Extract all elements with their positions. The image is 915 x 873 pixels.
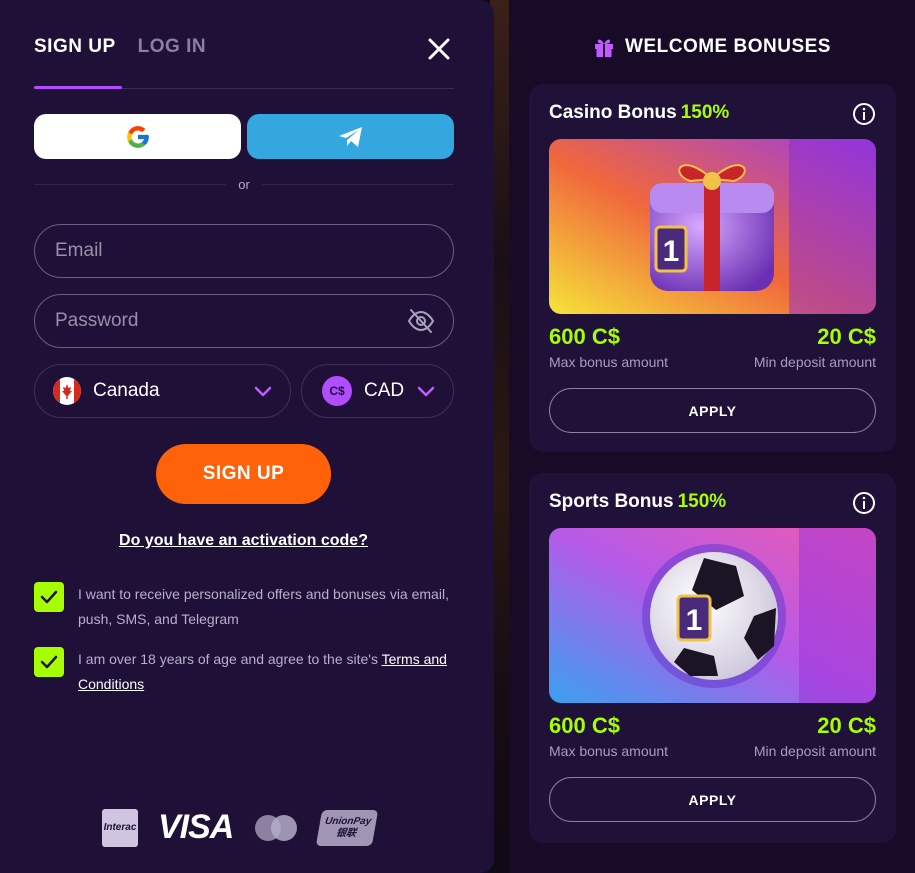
chevron-down-icon <box>254 386 272 397</box>
eye-off-icon[interactable] <box>406 306 436 336</box>
bonus-percent: 150% <box>677 491 727 512</box>
age-terms-checkbox[interactable] <box>34 647 64 677</box>
google-icon <box>126 125 149 148</box>
offers-checkbox[interactable] <box>34 582 64 612</box>
sports-bonus-image: 1 <box>549 528 876 703</box>
welcome-bonuses-header: WELCOME BONUSES <box>509 36 915 58</box>
min-deposit-value: 20 C$ <box>817 324 876 349</box>
age-consent-text: I am over 18 years of age and agree to t… <box>78 647 464 697</box>
payment-methods: Interac VISA UnionPay 银联 <box>102 808 379 847</box>
max-bonus: 600 C$ Max bonus amount <box>549 324 668 370</box>
max-bonus-label: Max bonus amount <box>549 354 669 370</box>
google-login-button[interactable] <box>34 114 241 159</box>
casino-bonus-card: Casino Bonus 150% 1 600 C$ Max bonus amo… <box>529 84 896 452</box>
max-bonus-value: 600 C$ <box>549 324 620 349</box>
tab-log-in[interactable]: LOG IN <box>138 36 206 58</box>
auth-panel: SIGN UP LOG IN or Email Canada C$ CAD SI… <box>0 0 494 873</box>
or-divider: or <box>34 177 454 192</box>
bonus-amounts: 600 C$ Max bonus amount 20 C$ Min deposi… <box>549 324 876 370</box>
max-bonus-value: 600 C$ <box>549 713 620 738</box>
info-icon[interactable] <box>852 491 876 515</box>
checkmark-icon <box>40 590 58 604</box>
country-value: Canada <box>93 380 160 401</box>
svg-text:1: 1 <box>663 235 680 268</box>
svg-text:1: 1 <box>686 604 703 637</box>
consent-offers-row: I want to receive personalized offers an… <box>34 582 464 632</box>
country-select[interactable]: Canada <box>34 364 291 418</box>
sign-up-button[interactable]: SIGN UP <box>156 444 331 504</box>
telegram-login-button[interactable] <box>247 114 454 159</box>
gift-icon <box>595 39 614 57</box>
auth-tabs: SIGN UP LOG IN <box>34 36 206 58</box>
currency-icon: C$ <box>322 376 352 406</box>
consent-age-row: I am over 18 years of age and agree to t… <box>34 647 464 697</box>
checkmark-icon <box>40 655 58 669</box>
bonus-title: Sports Bonus 150% <box>549 491 726 513</box>
max-bonus-label: Max bonus amount <box>549 743 669 759</box>
bonus-title: Casino Bonus 150% <box>549 102 729 124</box>
apply-casino-bonus-button[interactable]: APPLY <box>549 388 876 433</box>
casino-bonus-image: 1 <box>549 139 876 314</box>
visa-logo: VISA <box>158 808 234 846</box>
bonus-amounts: 600 C$ Max bonus amount 20 C$ Min deposi… <box>549 713 876 759</box>
apply-sports-bonus-button[interactable]: APPLY <box>549 777 876 822</box>
bonus-name: Sports Bonus <box>549 491 674 512</box>
bonus-name: Casino Bonus <box>549 102 677 123</box>
password-field[interactable] <box>34 294 454 348</box>
or-text: or <box>238 177 250 192</box>
tab-sign-up[interactable]: SIGN UP <box>34 36 116 58</box>
active-tab-indicator <box>34 86 122 89</box>
close-icon[interactable] <box>426 36 452 62</box>
canada-flag-icon <box>53 377 81 405</box>
mastercard-icon <box>255 814 298 841</box>
welcome-bonuses-title: WELCOME BONUSES <box>625 36 831 57</box>
social-login-row <box>34 114 454 159</box>
email-field[interactable] <box>34 224 454 278</box>
unionpay-text: UnionPay <box>324 815 373 827</box>
info-icon[interactable] <box>852 102 876 126</box>
currency-select[interactable]: C$ CAD <box>301 364 454 418</box>
offers-consent-text: I want to receive personalized offers an… <box>78 586 449 627</box>
divider-line <box>261 184 454 185</box>
min-deposit: 20 C$ Min deposit amount <box>754 713 876 759</box>
interac-logo: Interac <box>102 808 138 847</box>
bonus-percent: 150% <box>680 102 730 123</box>
max-bonus: 600 C$ Max bonus amount <box>549 713 668 759</box>
min-deposit: 20 C$ Min deposit amount <box>754 324 876 370</box>
min-deposit-label: Min deposit amount <box>753 743 876 759</box>
telegram-icon <box>338 126 362 147</box>
activation-code-link[interactable]: Do you have an activation code? <box>0 532 487 550</box>
min-deposit-value: 20 C$ <box>817 713 876 738</box>
age-consent-label: I am over 18 years of age and agree to t… <box>78 651 382 667</box>
currency-value: CAD <box>364 380 405 401</box>
min-deposit-label: Min deposit amount <box>753 354 876 370</box>
divider-line <box>34 184 227 185</box>
unionpay-cn-text: 银联 <box>335 827 358 839</box>
sports-bonus-card: Sports Bonus 150% 1 600 C$ Max bonus amo… <box>529 473 896 843</box>
unionpay-logo: UnionPay 银联 <box>316 809 379 846</box>
chevron-down-icon <box>417 386 435 397</box>
